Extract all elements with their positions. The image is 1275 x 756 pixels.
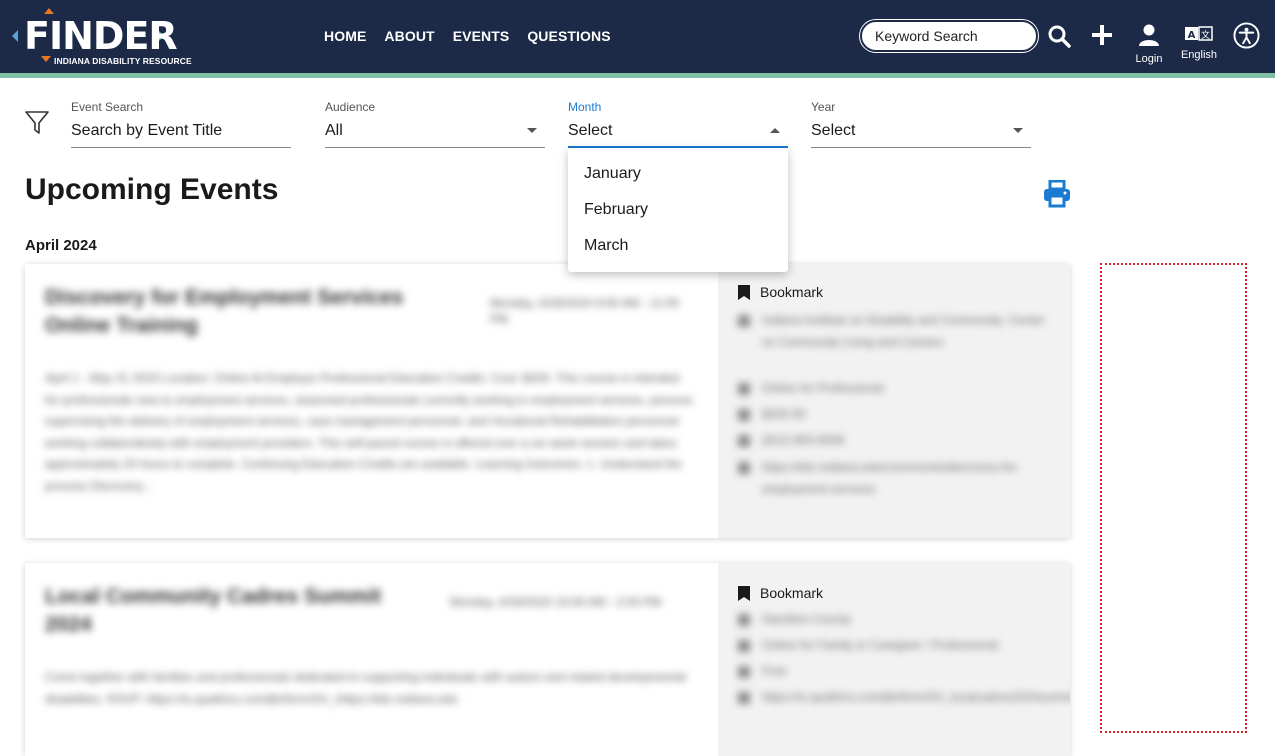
accessibility-icon[interactable] (1233, 22, 1260, 49)
translate-icon: A文 (1185, 26, 1213, 41)
ad-placeholder (1100, 263, 1247, 733)
event-title[interactable]: Discovery for Employment Services Online… (45, 284, 465, 340)
event-cost: $200.00 (738, 404, 1058, 426)
event-link[interactable]: https://iidc.indiana.edu/cclc/events/dis… (738, 457, 1058, 500)
building-icon (738, 614, 750, 626)
event-date: Monday, 4/29/2024 9:00 AM - 11:00 PM (490, 296, 680, 326)
logo-subtitle: INDIANA DISABILITY RESOURCE (54, 56, 192, 66)
nav-about[interactable]: ABOUT (384, 28, 434, 44)
chevron-up-icon (770, 128, 780, 133)
bookmark-label: Bookmark (760, 284, 824, 300)
phone-icon (738, 435, 750, 447)
audience-label: Audience (325, 100, 376, 114)
site-header: FINDER INDIANA DISABILITY RESOURCE HOME … (0, 0, 1275, 73)
month-option-march[interactable]: March (568, 228, 788, 264)
svg-text:文: 文 (1201, 29, 1210, 41)
month-option-january[interactable]: January (568, 156, 788, 192)
year-value: Select (811, 122, 856, 139)
nav-home[interactable]: HOME (324, 28, 366, 44)
month-option-february[interactable]: February (568, 192, 788, 228)
header-accent-stripe (0, 73, 1275, 78)
month-dropdown-menu: January February March (568, 148, 788, 272)
month-value: Select (568, 122, 613, 139)
login-button[interactable]: Login (1130, 24, 1168, 65)
logo-mark-left (12, 30, 18, 42)
month-heading: April 2024 (25, 237, 97, 254)
language-button[interactable]: A文 English (1178, 26, 1220, 66)
user-icon (1139, 24, 1159, 46)
year-select[interactable]: Year Select (811, 100, 1031, 148)
audience-value: All (325, 122, 343, 139)
bookmark-icon (738, 284, 750, 300)
filter-icon[interactable] (25, 110, 49, 136)
event-description: Come together with families and professi… (45, 670, 687, 706)
event-search-label: Event Search (71, 100, 144, 114)
dollar-icon (738, 666, 750, 678)
keyword-search-input[interactable] (875, 22, 1035, 50)
link-icon (738, 462, 750, 474)
language-label: English (1180, 49, 1218, 61)
main-nav: HOME ABOUT EVENTS QUESTIONS (324, 28, 611, 44)
event-description: April 1 - May 31 2024 Location: Online A… (45, 371, 693, 493)
event-organizer: Indiana Institute on Disability and Comm… (738, 310, 1058, 353)
audience-select[interactable]: Audience All (325, 100, 545, 148)
month-label: Month (568, 100, 602, 114)
bookmark-button[interactable]: Bookmark (738, 284, 823, 300)
nav-events[interactable]: EVENTS (453, 28, 510, 44)
event-audience: Online for Family or Caregiver / Profess… (738, 635, 1058, 657)
nav-questions[interactable]: QUESTIONS (527, 28, 610, 44)
bookmark-button[interactable]: Bookmark (738, 585, 823, 601)
event-search-field[interactable]: Event Search Search by Event Title (71, 100, 291, 148)
bookmark-label: Bookmark (760, 585, 824, 601)
event-date: Monday, 4/29/2024 10:00 AM - 2:00 PM (450, 595, 662, 609)
bookmark-icon (738, 585, 750, 601)
print-icon[interactable] (1043, 179, 1071, 208)
event-title[interactable]: Local Community Cadres Summit 2024 (45, 583, 425, 639)
finder-logo[interactable]: FINDER INDIANA DISABILITY RESOURCE (12, 6, 192, 68)
event-location: Hamilton County (738, 609, 1058, 631)
people-icon (738, 640, 750, 652)
month-select[interactable]: Month Select (568, 100, 788, 148)
search-icon[interactable] (1047, 24, 1071, 48)
svg-text:A: A (1188, 30, 1196, 41)
page-title: Upcoming Events (25, 173, 279, 206)
event-audience: Online for Professional (738, 378, 1058, 400)
keyword-search-box (860, 20, 1038, 52)
login-label: Login (1135, 53, 1163, 65)
chevron-down-icon (527, 128, 537, 133)
event-card[interactable]: Discovery for Employment Services Online… (25, 264, 1070, 538)
event-cost: Free (738, 661, 1058, 683)
logo-wordmark: FINDER (24, 14, 178, 58)
building-icon (738, 315, 750, 327)
event-search-value[interactable]: Search by Event Title (71, 122, 222, 140)
chevron-down-icon (1013, 128, 1023, 133)
plus-icon[interactable] (1091, 24, 1113, 46)
people-icon (738, 383, 750, 395)
event-link[interactable]: https://iu.qualtrics.com/jfe/form/SV_loc… (738, 687, 1070, 709)
event-card[interactable]: Local Community Cadres Summit 2024 Monda… (25, 563, 1070, 756)
year-label: Year (811, 100, 836, 114)
link-icon (738, 692, 750, 704)
event-phone[interactable]: (812) 855-6508 (738, 430, 1058, 452)
dollar-icon (738, 409, 750, 421)
